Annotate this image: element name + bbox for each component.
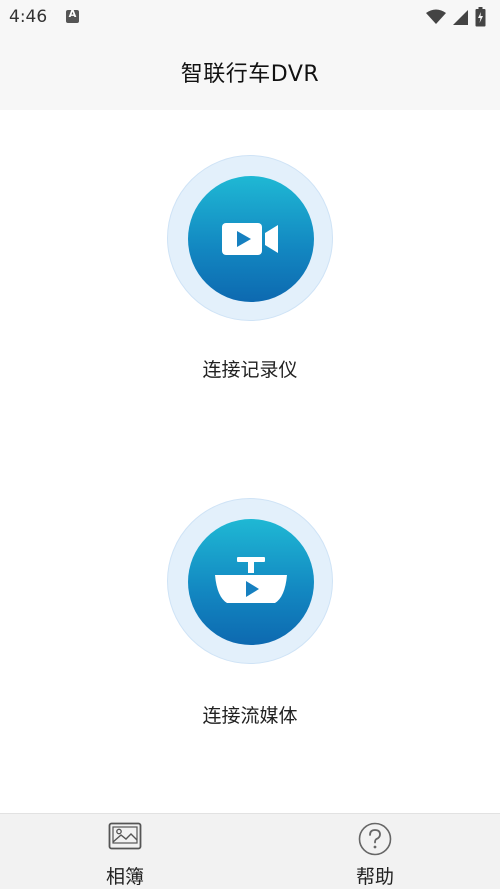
bottom-nav: 相簿 帮助 (0, 813, 500, 889)
nav-item-help[interactable]: 帮助 (250, 814, 500, 889)
connect-streaming-label: 连接流媒体 (202, 705, 298, 727)
status-time: 4:46 (9, 7, 48, 27)
nav-label-album: 相簿 (105, 866, 144, 888)
title-bar: 智联行车DVR (0, 34, 500, 110)
keyboard-notification-icon (66, 9, 79, 23)
connect-streaming-button[interactable] (167, 498, 333, 664)
connect-recorder-label: 连接记录仪 (202, 359, 298, 381)
page-title: 智联行车DVR (180, 62, 320, 87)
help-icon (358, 822, 392, 856)
battery-icon (475, 7, 486, 27)
rearview-mirror-play-icon (215, 557, 287, 603)
nav-label-help: 帮助 (355, 866, 394, 888)
nav-item-album[interactable]: 相簿 (0, 814, 250, 889)
wifi-icon (426, 9, 446, 24)
status-icons (426, 6, 486, 28)
connect-recorder-option[interactable]: 连接记录仪 (0, 155, 500, 395)
connect-streaming-option[interactable]: 连接流媒体 (0, 498, 500, 738)
video-camera-icon (222, 223, 278, 255)
connect-streaming-circle (188, 519, 314, 645)
signal-icon (453, 9, 468, 25)
photo-album-icon (108, 822, 142, 850)
connect-recorder-button[interactable] (167, 155, 333, 321)
status-bar: 4:46 (0, 0, 500, 34)
connect-recorder-circle (188, 176, 314, 302)
